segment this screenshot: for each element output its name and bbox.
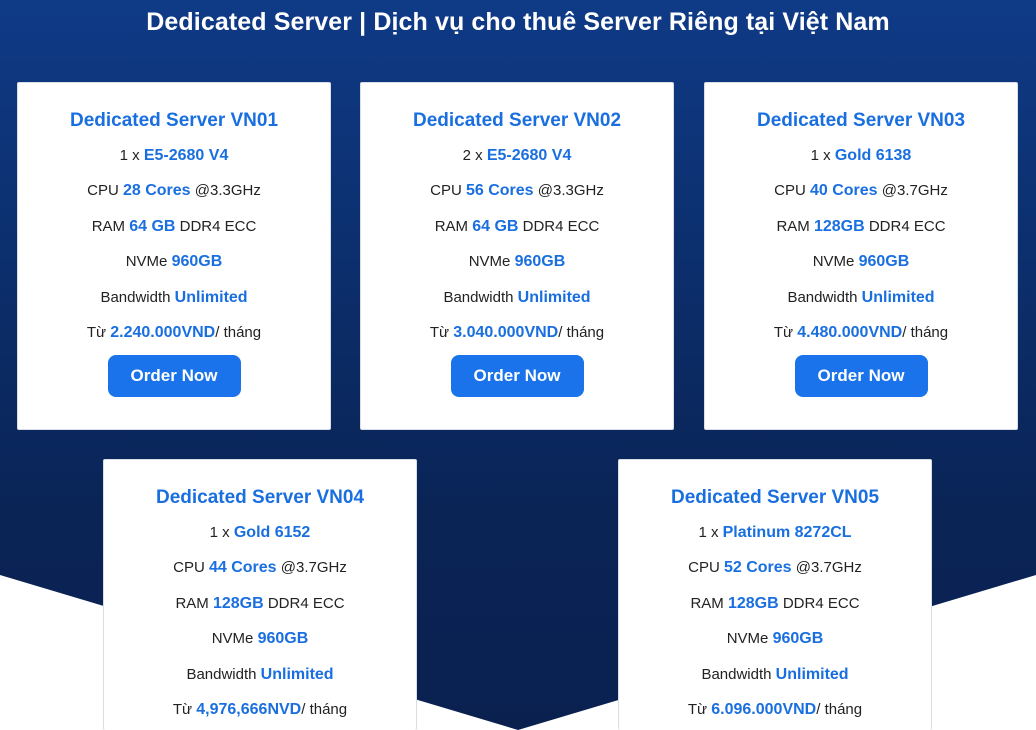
cpu-model-row: 1 x Platinum 8272CL [698,524,852,541]
plan-name: Dedicated Server VN05 [670,487,880,508]
ram-row: RAM 128GB DDR4 ECC [175,594,345,612]
nvme-row: NVMe 960GB [812,253,910,271]
order-now-button[interactable]: Order Now [107,355,241,398]
cpu-model-row: 1 x Gold 6152 [209,524,311,541]
ram-row: RAM 128GB DDR4 ECC [776,217,946,235]
cpu-cores-row: CPU 52 Cores @3.7GHz [688,559,862,577]
bandwidth-row: Bandwidth Unlimited [443,288,591,306]
cpu-cores-row: CPU 28 Cores @3.3GHz [87,182,261,200]
order-now-button[interactable]: Order Now [794,355,928,398]
plan-card-vn03: Dedicated Server VN03 1 x Gold 6138 CPU … [704,82,1018,430]
nvme-row: NVMe 960GB [468,253,566,271]
cpu-model-row: 2 x E5-2680 V4 [462,147,572,164]
plan-name: Dedicated Server VN04 [155,487,365,508]
plan-card-vn01: Dedicated Server VN01 1 x E5-2680 V4 CPU… [17,82,331,430]
plan-name: Dedicated Server VN02 [412,110,622,131]
cpu-cores-row: CPU 40 Cores @3.7GHz [774,182,948,200]
cpu-model-row: 1 x E5-2680 V4 [119,147,229,164]
price-row: Từ 4.480.000VND/ tháng [773,323,949,341]
ram-row: RAM 64 GB DDR4 ECC [434,217,600,235]
nvme-row: NVMe 960GB [125,253,223,271]
plan-card-vn02: Dedicated Server VN02 2 x E5-2680 V4 CPU… [360,82,674,430]
plan-card-vn04: Dedicated Server VN04 1 x Gold 6152 CPU … [103,459,417,730]
cpu-cores-row: CPU 44 Cores @3.7GHz [173,559,347,577]
ram-row: RAM 64 GB DDR4 ECC [91,217,257,235]
bandwidth-row: Bandwidth Unlimited [186,665,334,683]
bandwidth-row: Bandwidth Unlimited [787,288,935,306]
page-title: Dedicated Server | Dịch vụ cho thuê Serv… [146,8,890,36]
ram-row: RAM 128GB DDR4 ECC [690,594,860,612]
price-row: Từ 4,976,666NVD/ tháng [172,700,348,718]
nvme-row: NVMe 960GB [211,630,309,648]
price-row: Từ 6.096.000VND/ tháng [687,700,863,718]
bandwidth-row: Bandwidth Unlimited [100,288,248,306]
price-row: Từ 3.040.000VND/ tháng [429,323,605,341]
plan-card-vn05: Dedicated Server VN05 1 x Platinum 8272C… [618,459,932,730]
plan-name: Dedicated Server VN03 [756,110,966,131]
plan-name: Dedicated Server VN01 [69,110,279,131]
price-row: Từ 2.240.000VND/ tháng [86,323,262,341]
order-now-button[interactable]: Order Now [450,355,584,398]
cpu-cores-row: CPU 56 Cores @3.3GHz [430,182,604,200]
cpu-model-row: 1 x Gold 6138 [810,147,912,164]
bandwidth-row: Bandwidth Unlimited [701,665,849,683]
nvme-row: NVMe 960GB [726,630,824,648]
